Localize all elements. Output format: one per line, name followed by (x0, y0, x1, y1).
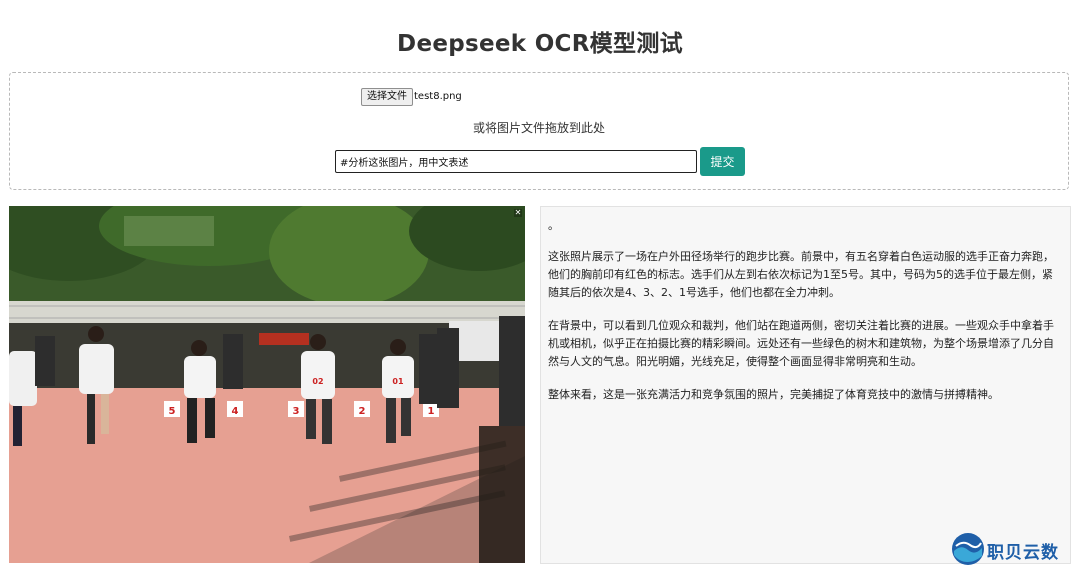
prompt-input[interactable] (335, 150, 697, 173)
result-paragraph: 这张照片展示了一场在户外田径场举行的跑步比赛。前景中，有五名穿着白色运动服的选手… (548, 250, 1054, 299)
watermark-logo-icon (952, 533, 984, 565)
lane-marker: 5 (169, 406, 176, 417)
lane-marker: 4 (232, 406, 239, 417)
watermark: 职贝云数 (951, 532, 1076, 570)
result-paragraph: 整体来看，这是一张充满活力和竞争氛围的照片，完美捕捉了体育竞技中的激情与拼搏精神… (548, 388, 999, 401)
lane-marker: 2 (359, 406, 366, 417)
selected-file-name: test8.png (414, 91, 462, 102)
submit-button[interactable]: 提交 (700, 147, 745, 176)
lane-marker: 1 (428, 406, 435, 417)
analysis-result: 。 这张照片展示了一场在户外田径场举行的跑步比赛。前景中，有五名穿着白色运动服的… (540, 206, 1071, 564)
runner-bib: 01 (392, 377, 404, 386)
page-title: Deepseek OCR模型测试 (397, 31, 683, 57)
choose-file-button[interactable]: 选择文件 (361, 88, 413, 106)
watermark-text: 职贝云数 (987, 543, 1059, 563)
result-paragraph: 在背景中，可以看到几位观众和裁判，他们站在跑道两侧，密切关注着比赛的进展。一些观… (548, 319, 1054, 368)
race-photo: 5 4 3 2 1 02 01 (9, 206, 525, 563)
runner-bib: 02 (312, 377, 323, 386)
uploaded-image-preview: 5 4 3 2 1 02 01 ✕ (9, 206, 525, 563)
result-paragraph: 。 (548, 219, 559, 232)
upload-dropzone[interactable]: 选择文件 test8.png 或将图片文件拖放到此处 提交 (9, 72, 1069, 190)
close-icon[interactable]: ✕ (514, 209, 522, 217)
drop-hint-text: 或将图片文件拖放到此处 (472, 121, 605, 135)
lane-marker: 3 (293, 406, 300, 417)
